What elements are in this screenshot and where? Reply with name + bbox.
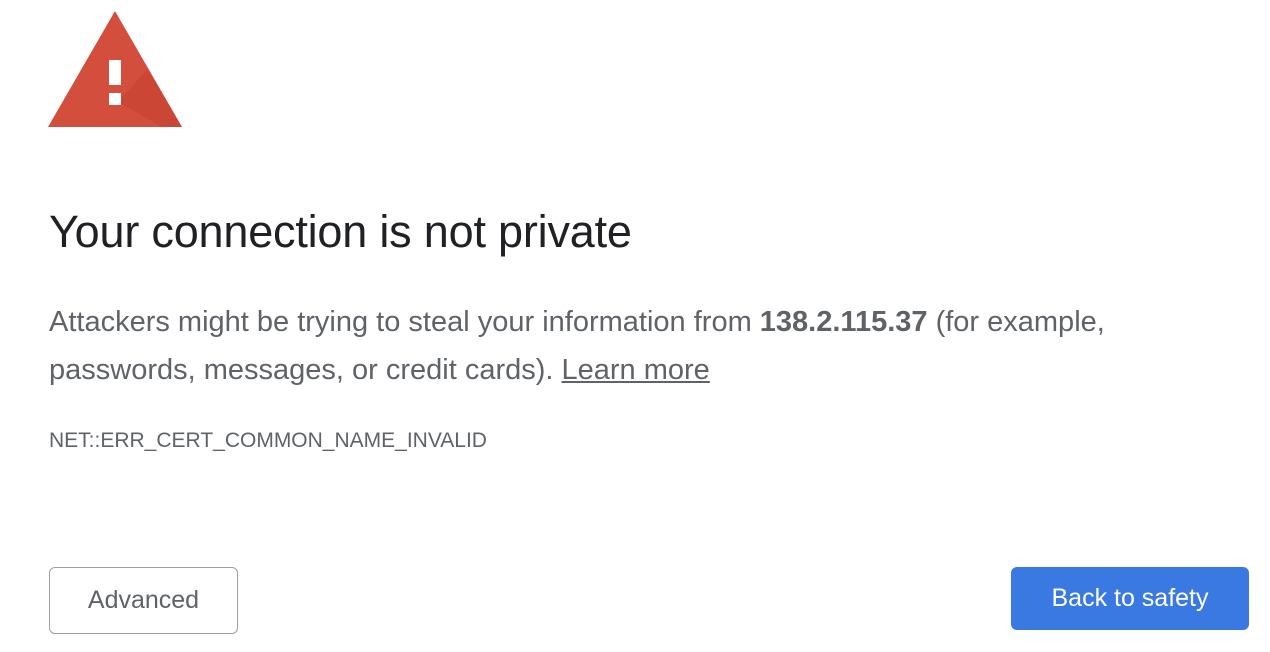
description-text-before: Attackers might be trying to steal your … [49,306,760,338]
back-to-safety-button[interactable]: Back to safety [1011,567,1249,630]
error-code: NET::ERR_CERT_COMMON_NAME_INVALID [49,429,487,452]
advanced-button[interactable]: Advanced [49,567,238,634]
learn-more-link[interactable]: Learn more [562,354,710,386]
warning-triangle-icon [48,11,182,127]
warning-description: Attackers might be trying to steal your … [49,298,1229,394]
host-address: 138.2.115.37 [759,306,928,338]
interstitial-page: Your connection is not private Attackers… [0,0,1270,652]
page-title: Your connection is not private [49,206,632,257]
